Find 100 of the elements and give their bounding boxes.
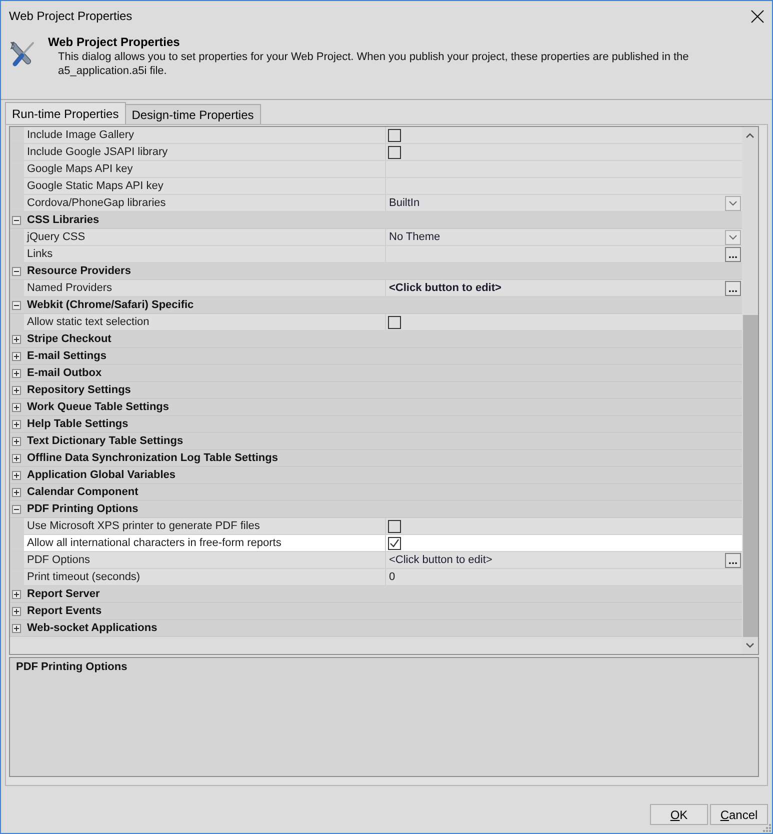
tab[interactable]: Run-time Properties [5, 102, 126, 124]
header-title: Web Project Properties [48, 35, 180, 50]
category-row[interactable]: Webkit (Chrome/Safari) Specific [10, 297, 742, 314]
category-label: Stripe Checkout [26, 333, 112, 345]
checkbox[interactable] [388, 146, 401, 158]
category-row[interactable]: Calendar Component [10, 484, 742, 501]
minus-box-icon[interactable] [12, 216, 21, 224]
plus-box-icon[interactable] [12, 436, 21, 446]
header-description: This dialog allows you to set properties for your Web Project. When you publish your project, these properties are published in the a5_application.a5i file. [58, 50, 690, 78]
category-row[interactable]: E-mail Settings [10, 348, 742, 365]
category-label: Report Events [26, 605, 102, 617]
plus-box-icon[interactable] [12, 470, 21, 480]
category-label: Calendar Component [26, 486, 138, 498]
plus-box-icon[interactable] [12, 606, 21, 616]
property-name: Print timeout (seconds) [27, 571, 140, 583]
scrollbar-thumb[interactable] [742, 315, 758, 637]
plus-box-icon[interactable] [12, 454, 21, 462]
checkbox[interactable] [388, 520, 401, 532]
plus-box-icon[interactable] [12, 420, 21, 428]
property-name: Allow static text selection [27, 316, 150, 328]
category-label: Application Global Variables [26, 469, 176, 481]
plus-box-icon[interactable] [12, 368, 21, 378]
property-row[interactable]: Allow all international characters in free-form reports [10, 535, 742, 552]
property-value: <Click button to edit> [389, 554, 492, 566]
plus-box-icon[interactable] [12, 386, 21, 394]
property-value: <Click button to edit> [389, 282, 502, 294]
category-label: Web-socket Applications [26, 622, 158, 634]
property-row[interactable]: Named Providers <Click button to edit> ... [10, 280, 742, 297]
ellipsis-button[interactable]: ... [725, 280, 741, 296]
category-label: Work Queue Table Settings [26, 401, 170, 413]
plus-box-icon[interactable] [12, 624, 21, 632]
category-row[interactable]: Report Server [10, 586, 742, 603]
property-name: jQuery CSS [27, 231, 86, 243]
category-row[interactable]: Offline Data Synchronization Log Table Settings [10, 450, 742, 467]
plus-box-icon[interactable] [12, 590, 21, 598]
category-row[interactable]: Text Dictionary Table Settings [10, 433, 742, 450]
category-label: Text Dictionary Table Settings [26, 435, 184, 447]
chevron-up-icon[interactable] [746, 133, 754, 138]
minus-box-icon[interactable] [12, 266, 21, 276]
property-row[interactable]: Cordova/PhoneGap libraries BuiltIn [10, 195, 742, 212]
property-row[interactable]: Links ... [10, 246, 742, 263]
property-row[interactable]: Allow static text selection [10, 314, 742, 331]
property-name: Include Google JSAPI library [27, 146, 168, 158]
chevron-down-icon[interactable] [746, 643, 754, 648]
category-row[interactable]: Repository Settings [10, 382, 742, 399]
description-title: PDF Printing Options [16, 661, 128, 673]
category-label: PDF Printing Options [26, 503, 138, 515]
property-row[interactable]: Use Microsoft XPS printer to generate PDF files [10, 518, 742, 535]
minus-box-icon[interactable] [12, 300, 21, 310]
property-row[interactable]: jQuery CSS No Theme [10, 229, 742, 246]
chevron-down-icon [729, 200, 737, 206]
dialog-button[interactable]: OK [650, 804, 708, 825]
property-name: Links [27, 248, 53, 260]
property-value: No Theme [389, 231, 440, 243]
category-row[interactable]: Stripe Checkout [10, 331, 742, 348]
checkbox[interactable] [388, 128, 401, 142]
property-name: Named Providers [27, 282, 112, 294]
category-row[interactable]: Work Queue Table Settings [10, 399, 742, 416]
category-row[interactable]: PDF Printing Options [10, 501, 742, 518]
chevron-down-icon [729, 234, 737, 240]
property-row[interactable]: Include Google JSAPI library [10, 144, 742, 161]
property-value: 0 [389, 571, 396, 583]
category-row[interactable]: Help Table Settings [10, 416, 742, 433]
ellipsis-button[interactable]: ... [725, 246, 741, 262]
property-name: PDF Options [27, 554, 90, 566]
minus-box-icon[interactable] [12, 504, 21, 514]
dialog-button[interactable]: Cancel [710, 804, 768, 825]
property-row[interactable]: Print timeout (seconds) 0 [10, 569, 742, 586]
plus-box-icon[interactable] [12, 402, 21, 412]
tab[interactable]: Design-time Properties [124, 104, 261, 124]
category-label: Report Server [26, 588, 100, 600]
dropdown-button[interactable] [725, 230, 741, 244]
window-title: Web Project Properties [9, 9, 132, 23]
dropdown-button[interactable] [725, 196, 741, 210]
plus-box-icon[interactable] [12, 334, 21, 344]
category-row[interactable]: Report Events [10, 603, 742, 620]
category-row[interactable]: CSS Libraries [10, 212, 742, 229]
category-label: Repository Settings [26, 384, 131, 396]
property-name: Cordova/PhoneGap libraries [27, 197, 166, 209]
category-label: Help Table Settings [26, 418, 128, 430]
wrench-screwdriver-icon [10, 40, 36, 68]
property-row[interactable]: Google Maps API key [10, 161, 742, 178]
plus-box-icon[interactable] [12, 488, 21, 496]
category-label: Offline Data Synchronization Log Table Settings [26, 452, 278, 464]
property-name: Use Microsoft XPS printer to generate PDF files [27, 520, 260, 532]
property-row[interactable]: Include Image Gallery [10, 127, 742, 144]
category-label: Resource Providers [26, 265, 131, 277]
resize-grip-icon[interactable] [763, 824, 771, 832]
category-row[interactable]: Application Global Variables [10, 467, 742, 484]
property-row[interactable]: PDF Options <Click button to edit> ... [10, 552, 742, 569]
category-row[interactable]: E-mail Outbox [10, 365, 742, 382]
category-row[interactable]: Web-socket Applications [10, 620, 742, 637]
property-row[interactable]: Google Static Maps API key [10, 178, 742, 195]
plus-box-icon[interactable] [12, 352, 21, 360]
ellipsis-button[interactable]: ... [725, 552, 741, 568]
category-row[interactable]: Resource Providers [10, 263, 742, 280]
checkbox[interactable] [388, 536, 401, 550]
property-name: Include Image Gallery [27, 129, 134, 141]
category-label: Webkit (Chrome/Safari) Specific [26, 299, 194, 311]
checkbox[interactable] [388, 316, 401, 328]
